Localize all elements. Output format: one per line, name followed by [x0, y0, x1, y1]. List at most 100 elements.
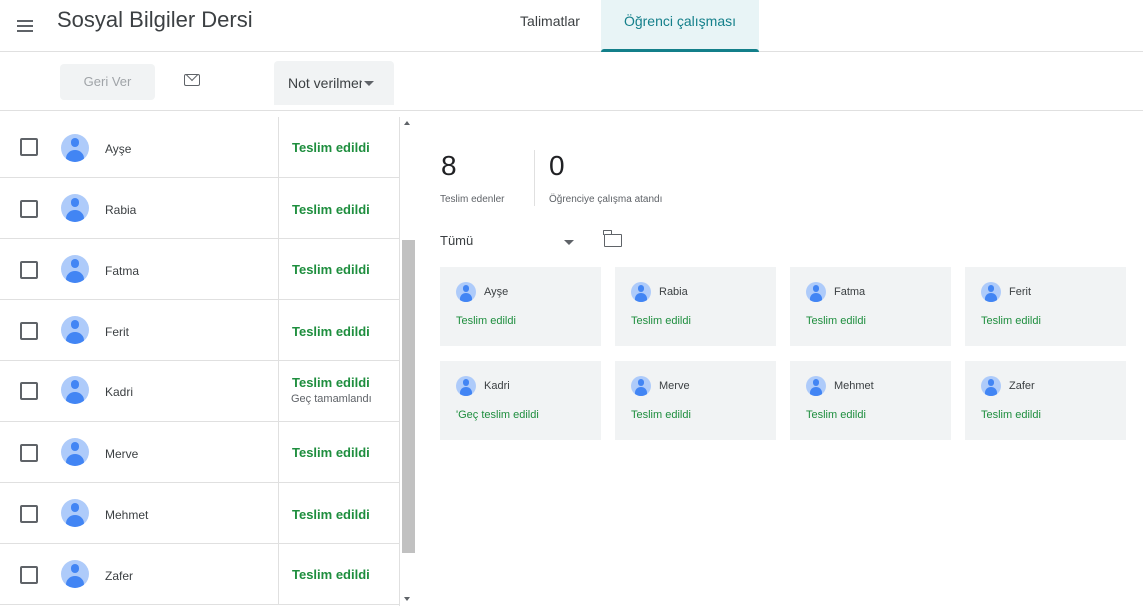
student-row[interactable]: Ayşe Teslim edildi	[0, 117, 399, 178]
student-row[interactable]: Ferit Teslim edildi	[0, 300, 399, 361]
grade-filter-select[interactable]: Not verilmemiş	[274, 61, 394, 105]
avatar-icon	[456, 376, 476, 396]
student-name: Fatma	[105, 264, 140, 278]
card-student-name: Fatma	[834, 286, 866, 298]
submission-filter-value: Tümü	[440, 233, 474, 248]
student-checkbox[interactable]	[20, 566, 38, 584]
column-divider	[278, 178, 279, 239]
card-student-name: Mehmet	[834, 380, 874, 392]
student-checkbox[interactable]	[20, 444, 38, 462]
return-button[interactable]: Geri Ver	[60, 64, 155, 100]
avatar-icon	[61, 255, 89, 283]
tab-instructions[interactable]: Talimatlar	[500, 0, 600, 52]
card-status: 'Geç teslim edildi	[456, 409, 539, 421]
card-status: Teslim edildi	[456, 315, 516, 327]
student-row[interactable]: Zafer Teslim edildi	[0, 544, 399, 605]
tab-student-work[interactable]: Öğrenci çalışması	[601, 0, 759, 52]
student-card[interactable]: Merve Teslim edildi	[615, 361, 776, 440]
student-list: Ayşe Teslim edildi Rabia Teslim edildi F…	[0, 117, 400, 606]
scroll-up-arrow-icon[interactable]	[404, 121, 410, 125]
student-row[interactable]: Mehmet Teslim edildi	[0, 483, 399, 544]
student-row[interactable]: Merve Teslim edildi	[0, 422, 399, 483]
student-checkbox[interactable]	[20, 322, 38, 340]
assigned-count: 0	[549, 150, 565, 181]
folder-icon[interactable]	[603, 230, 622, 247]
card-student-name: Rabia	[659, 286, 688, 298]
student-checkbox[interactable]	[20, 138, 38, 156]
column-divider	[278, 300, 279, 361]
turned-in-label: Teslim edenler	[440, 194, 505, 205]
student-card[interactable]: Fatma Teslim edildi	[790, 267, 951, 346]
email-icon[interactable]	[184, 74, 200, 86]
student-card[interactable]: Kadri 'Geç teslim edildi	[440, 361, 601, 440]
action-toolbar: Geri Ver Not verilmemiş	[0, 53, 1143, 111]
student-name: Rabia	[105, 203, 137, 217]
card-student-name: Ayşe	[484, 286, 509, 298]
dropdown-arrow-icon	[564, 240, 574, 245]
submission-status: Teslim edildi	[292, 202, 370, 217]
column-divider	[278, 117, 279, 178]
student-card[interactable]: Rabia Teslim edildi	[615, 267, 776, 346]
late-status: Geç tamamlandı	[291, 393, 372, 405]
active-tab-indicator	[601, 49, 759, 52]
class-title[interactable]: Sosyal Bilgiler Dersi	[57, 7, 253, 33]
card-status: Teslim edildi	[981, 315, 1041, 327]
student-row[interactable]: Kadri Teslim edildi Geç tamamlandı	[0, 361, 399, 422]
student-card[interactable]: Mehmet Teslim edildi	[790, 361, 951, 440]
student-name: Ayşe	[105, 142, 132, 156]
submission-status: Teslim edildi	[292, 375, 370, 390]
avatar-icon	[61, 376, 89, 404]
dropdown-arrow-icon	[364, 81, 374, 86]
avatar-icon	[631, 282, 651, 302]
student-name: Mehmet	[105, 508, 149, 522]
submission-status: Teslim edildi	[292, 567, 370, 582]
card-status: Teslim edildi	[806, 409, 866, 421]
scroll-down-arrow-icon[interactable]	[404, 597, 410, 601]
menu-icon[interactable]	[14, 14, 38, 38]
card-status: Teslim edildi	[806, 315, 866, 327]
student-checkbox[interactable]	[20, 505, 38, 523]
submission-status: Teslim edildi	[292, 262, 370, 277]
card-student-name: Ferit	[1009, 286, 1031, 298]
list-scrollbar[interactable]	[400, 117, 416, 606]
student-name: Ferit	[105, 325, 129, 339]
avatar-icon	[61, 560, 89, 588]
card-student-name: Zafer	[1009, 380, 1035, 392]
student-card[interactable]: Zafer Teslim edildi	[965, 361, 1126, 440]
top-app-bar: Sosyal Bilgiler Dersi Talimatlar Öğrenci…	[0, 0, 1143, 52]
column-divider	[278, 483, 279, 544]
avatar-icon	[61, 499, 89, 527]
column-divider	[278, 361, 279, 422]
submission-status: Teslim edildi	[292, 445, 370, 460]
submission-status: Teslim edildi	[292, 507, 370, 522]
column-divider	[278, 239, 279, 300]
avatar-icon	[61, 316, 89, 344]
assigned-label: Öğrenciye çalışma atandı	[549, 194, 663, 205]
tab-student-work-label: Öğrenci çalışması	[623, 13, 737, 29]
student-name: Zafer	[105, 569, 134, 583]
submission-filter-select[interactable]: Tümü	[440, 230, 580, 254]
avatar-icon	[61, 134, 89, 162]
student-checkbox[interactable]	[20, 261, 38, 279]
student-row[interactable]: Rabia Teslim edildi	[0, 178, 399, 239]
card-student-name: Kadri	[484, 380, 510, 392]
student-card[interactable]: Ferit Teslim edildi	[965, 267, 1126, 346]
student-name: Kadri	[105, 385, 134, 399]
turned-in-count: 8	[441, 150, 457, 181]
avatar-icon	[806, 282, 826, 302]
avatar-icon	[806, 376, 826, 396]
card-status: Teslim edildi	[631, 409, 691, 421]
avatar-icon	[981, 282, 1001, 302]
avatar-icon	[981, 376, 1001, 396]
scroll-thumb[interactable]	[402, 240, 415, 553]
card-student-name: Merve	[659, 380, 690, 392]
column-divider	[278, 422, 279, 483]
student-row[interactable]: Fatma Teslim edildi	[0, 239, 399, 300]
student-checkbox[interactable]	[20, 382, 38, 400]
student-checkbox[interactable]	[20, 200, 38, 218]
avatar-icon	[61, 194, 89, 222]
student-card[interactable]: Ayşe Teslim edildi	[440, 267, 601, 346]
avatar-icon	[61, 438, 89, 466]
card-status: Teslim edildi	[631, 315, 691, 327]
avatar-icon	[631, 376, 651, 396]
